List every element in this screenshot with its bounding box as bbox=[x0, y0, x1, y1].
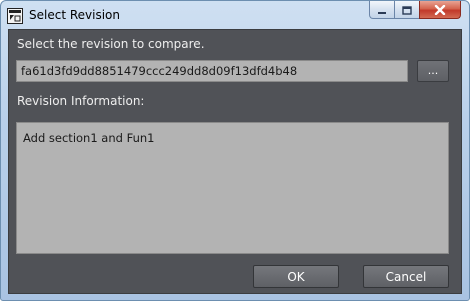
revision-id-input[interactable] bbox=[16, 60, 408, 82]
browse-revision-button[interactable]: ... bbox=[417, 60, 449, 82]
select-revision-dialog: Select Revision Select the revision to c… bbox=[0, 0, 470, 301]
minimize-icon bbox=[377, 1, 387, 19]
ok-button[interactable]: OK bbox=[253, 265, 339, 288]
title-bar[interactable]: Select Revision bbox=[1, 1, 469, 29]
close-button[interactable] bbox=[419, 1, 461, 19]
caption-buttons bbox=[369, 1, 461, 21]
dialog-body: Select the revision to compare. ... Revi… bbox=[8, 29, 462, 294]
cancel-button[interactable]: Cancel bbox=[363, 265, 449, 288]
maximize-button[interactable] bbox=[394, 1, 420, 19]
minimize-button[interactable] bbox=[369, 1, 395, 19]
maximize-icon bbox=[402, 1, 412, 19]
revision-information-label: Revision Information: bbox=[17, 94, 145, 108]
window-title: Select Revision bbox=[29, 8, 120, 22]
close-icon bbox=[434, 1, 446, 19]
select-revision-prompt: Select the revision to compare. bbox=[17, 37, 205, 51]
revision-information-text[interactable]: Add section1 and Fun1 bbox=[16, 122, 449, 254]
app-window-icon bbox=[7, 8, 23, 24]
